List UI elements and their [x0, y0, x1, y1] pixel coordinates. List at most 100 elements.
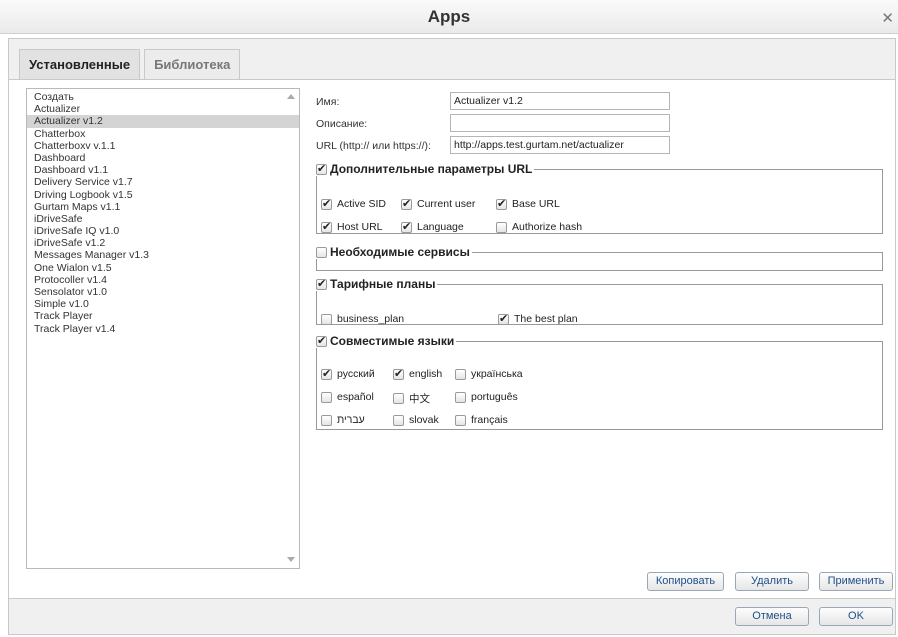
list-item-selected[interactable]: Actualizer v1.2	[27, 115, 299, 128]
checkbox-icon[interactable]	[321, 220, 332, 233]
checkbox-icon[interactable]	[316, 334, 327, 347]
checkbox-icon[interactable]	[496, 197, 507, 210]
option-authorize-hash[interactable]: Authorize hash	[496, 221, 582, 233]
option-lang-ru[interactable]: русский	[321, 367, 375, 380]
list-item[interactable]: iDriveSafe	[27, 213, 299, 225]
checkbox-icon[interactable]	[321, 313, 332, 325]
option-label: Language	[417, 221, 464, 233]
option-label: Active SID	[337, 198, 387, 210]
option-lang-es[interactable]: español	[321, 391, 374, 403]
languages-group: Совместимые языки русский english україн…	[316, 334, 883, 430]
option-active-sid[interactable]: Active SID	[321, 197, 387, 210]
apps-dialog: Установленные Библиотека Создать Actuali…	[8, 38, 896, 635]
list-item[interactable]: iDriveSafe v1.2	[27, 237, 299, 249]
option-label: 中文	[409, 393, 430, 405]
option-lang-zh[interactable]: 中文	[393, 391, 430, 406]
list-item[interactable]: Dashboard v1.1	[27, 164, 299, 176]
checkbox-icon[interactable]	[316, 246, 327, 258]
list-item[interactable]: Protocoller v1.4	[27, 274, 299, 286]
checkbox-icon[interactable]	[316, 277, 327, 290]
tab-bar: Установленные Библиотека	[19, 49, 241, 79]
checkbox-icon[interactable]	[393, 393, 404, 404]
window-title: Apps	[427, 7, 471, 26]
checkbox-icon[interactable]	[316, 162, 327, 175]
window-titlebar: Apps ✕	[0, 0, 898, 34]
option-label: business_plan	[337, 313, 405, 325]
checkbox-icon[interactable]	[321, 391, 332, 403]
scroll-up-icon[interactable]	[287, 94, 295, 99]
copy-button[interactable]: Копировать	[647, 572, 724, 591]
checkbox-icon[interactable]	[393, 414, 404, 426]
option-current-user[interactable]: Current user	[401, 197, 476, 210]
list-item[interactable]: Track Player v1.4	[27, 323, 299, 335]
checkbox-icon[interactable]	[321, 414, 332, 426]
tab-library[interactable]: Библиотека	[144, 49, 241, 79]
option-label: français	[471, 414, 508, 426]
url-params-group: Дополнительные параметры URL Active SID …	[316, 162, 883, 234]
app-list[interactable]: Создать Actualizer Actualizer v1.2 Chatt…	[26, 88, 300, 569]
list-item[interactable]: Delivery Service v1.7	[27, 176, 299, 188]
plans-group: Тарифные планы business_plan The best pl…	[316, 277, 883, 325]
app-properties-form: Имя: Описание: URL (http:// или https://…	[316, 80, 886, 560]
url-label: URL (http:// или https://):	[316, 140, 431, 152]
url-params-title: Дополнительные параметры URL	[330, 162, 533, 176]
name-field[interactable]	[450, 92, 670, 110]
plans-legend[interactable]: Тарифные планы	[314, 277, 437, 291]
close-icon[interactable]: ✕	[881, 9, 894, 27]
checkbox-icon[interactable]	[401, 197, 412, 210]
list-item[interactable]: iDriveSafe IQ v1.0	[27, 225, 299, 237]
option-label: русский	[337, 368, 375, 380]
ok-button[interactable]: OK	[819, 607, 893, 626]
scroll-down-icon[interactable]	[287, 557, 295, 562]
app-list-items: Создать Actualizer Actualizer v1.2 Chatt…	[27, 89, 299, 335]
list-item[interactable]: Chatterboxv v.1.1	[27, 140, 299, 152]
checkbox-icon[interactable]	[321, 197, 332, 210]
checkbox-icon[interactable]	[498, 312, 509, 325]
list-item[interactable]: Sensolator v1.0	[27, 286, 299, 298]
languages-title: Совместимые языки	[330, 334, 455, 348]
option-lang-uk[interactable]: українська	[455, 368, 523, 380]
checkbox-icon[interactable]	[455, 414, 466, 426]
option-label: english	[409, 368, 443, 380]
checkbox-icon[interactable]	[455, 391, 466, 403]
delete-button[interactable]: Удалить	[735, 572, 809, 591]
list-item[interactable]: Gurtam Maps v1.1	[27, 201, 299, 213]
apply-button[interactable]: Применить	[819, 572, 893, 591]
checkbox-icon[interactable]	[321, 367, 332, 380]
option-label: українська	[471, 368, 523, 380]
option-lang-he[interactable]: עברית	[321, 414, 365, 426]
description-field[interactable]	[450, 114, 670, 132]
option-lang-fr[interactable]: français	[455, 414, 508, 426]
list-item[interactable]: Driving Logbook v1.5	[27, 189, 299, 201]
languages-legend[interactable]: Совместимые языки	[314, 334, 456, 348]
option-host-url[interactable]: Host URL	[321, 220, 383, 233]
option-business-plan[interactable]: business_plan	[321, 313, 404, 325]
list-item[interactable]: Dashboard	[27, 152, 299, 164]
list-item[interactable]: Chatterbox	[27, 128, 299, 140]
tab-installed[interactable]: Установленные	[19, 49, 141, 79]
url-field[interactable]	[450, 136, 670, 154]
checkbox-icon[interactable]	[401, 220, 412, 233]
option-lang-sk[interactable]: slovak	[393, 414, 439, 426]
list-item[interactable]: Actualizer	[27, 103, 299, 115]
list-item[interactable]: Создать	[27, 91, 299, 103]
option-label: The best plan	[514, 313, 578, 325]
option-the-best-plan[interactable]: The best plan	[498, 312, 578, 325]
checkbox-icon[interactable]	[496, 221, 507, 233]
option-lang-en[interactable]: english	[393, 367, 443, 380]
option-label: Current user	[417, 198, 476, 210]
option-lang-pt[interactable]: português	[455, 391, 518, 403]
list-item[interactable]: One Wialon v1.5	[27, 262, 299, 274]
services-legend[interactable]: Необходимые сервисы	[314, 245, 472, 259]
option-label: עברית	[337, 414, 365, 426]
list-item[interactable]: Messages Manager v1.3	[27, 249, 299, 261]
option-label: Host URL	[337, 221, 383, 233]
checkbox-icon[interactable]	[393, 367, 404, 380]
cancel-button[interactable]: Отмена	[735, 607, 809, 626]
checkbox-icon[interactable]	[455, 368, 466, 380]
list-item[interactable]: Simple v1.0	[27, 298, 299, 310]
option-language[interactable]: Language	[401, 220, 464, 233]
url-params-legend[interactable]: Дополнительные параметры URL	[314, 162, 534, 176]
option-base-url[interactable]: Base URL	[496, 197, 560, 210]
list-item[interactable]: Track Player	[27, 310, 299, 322]
